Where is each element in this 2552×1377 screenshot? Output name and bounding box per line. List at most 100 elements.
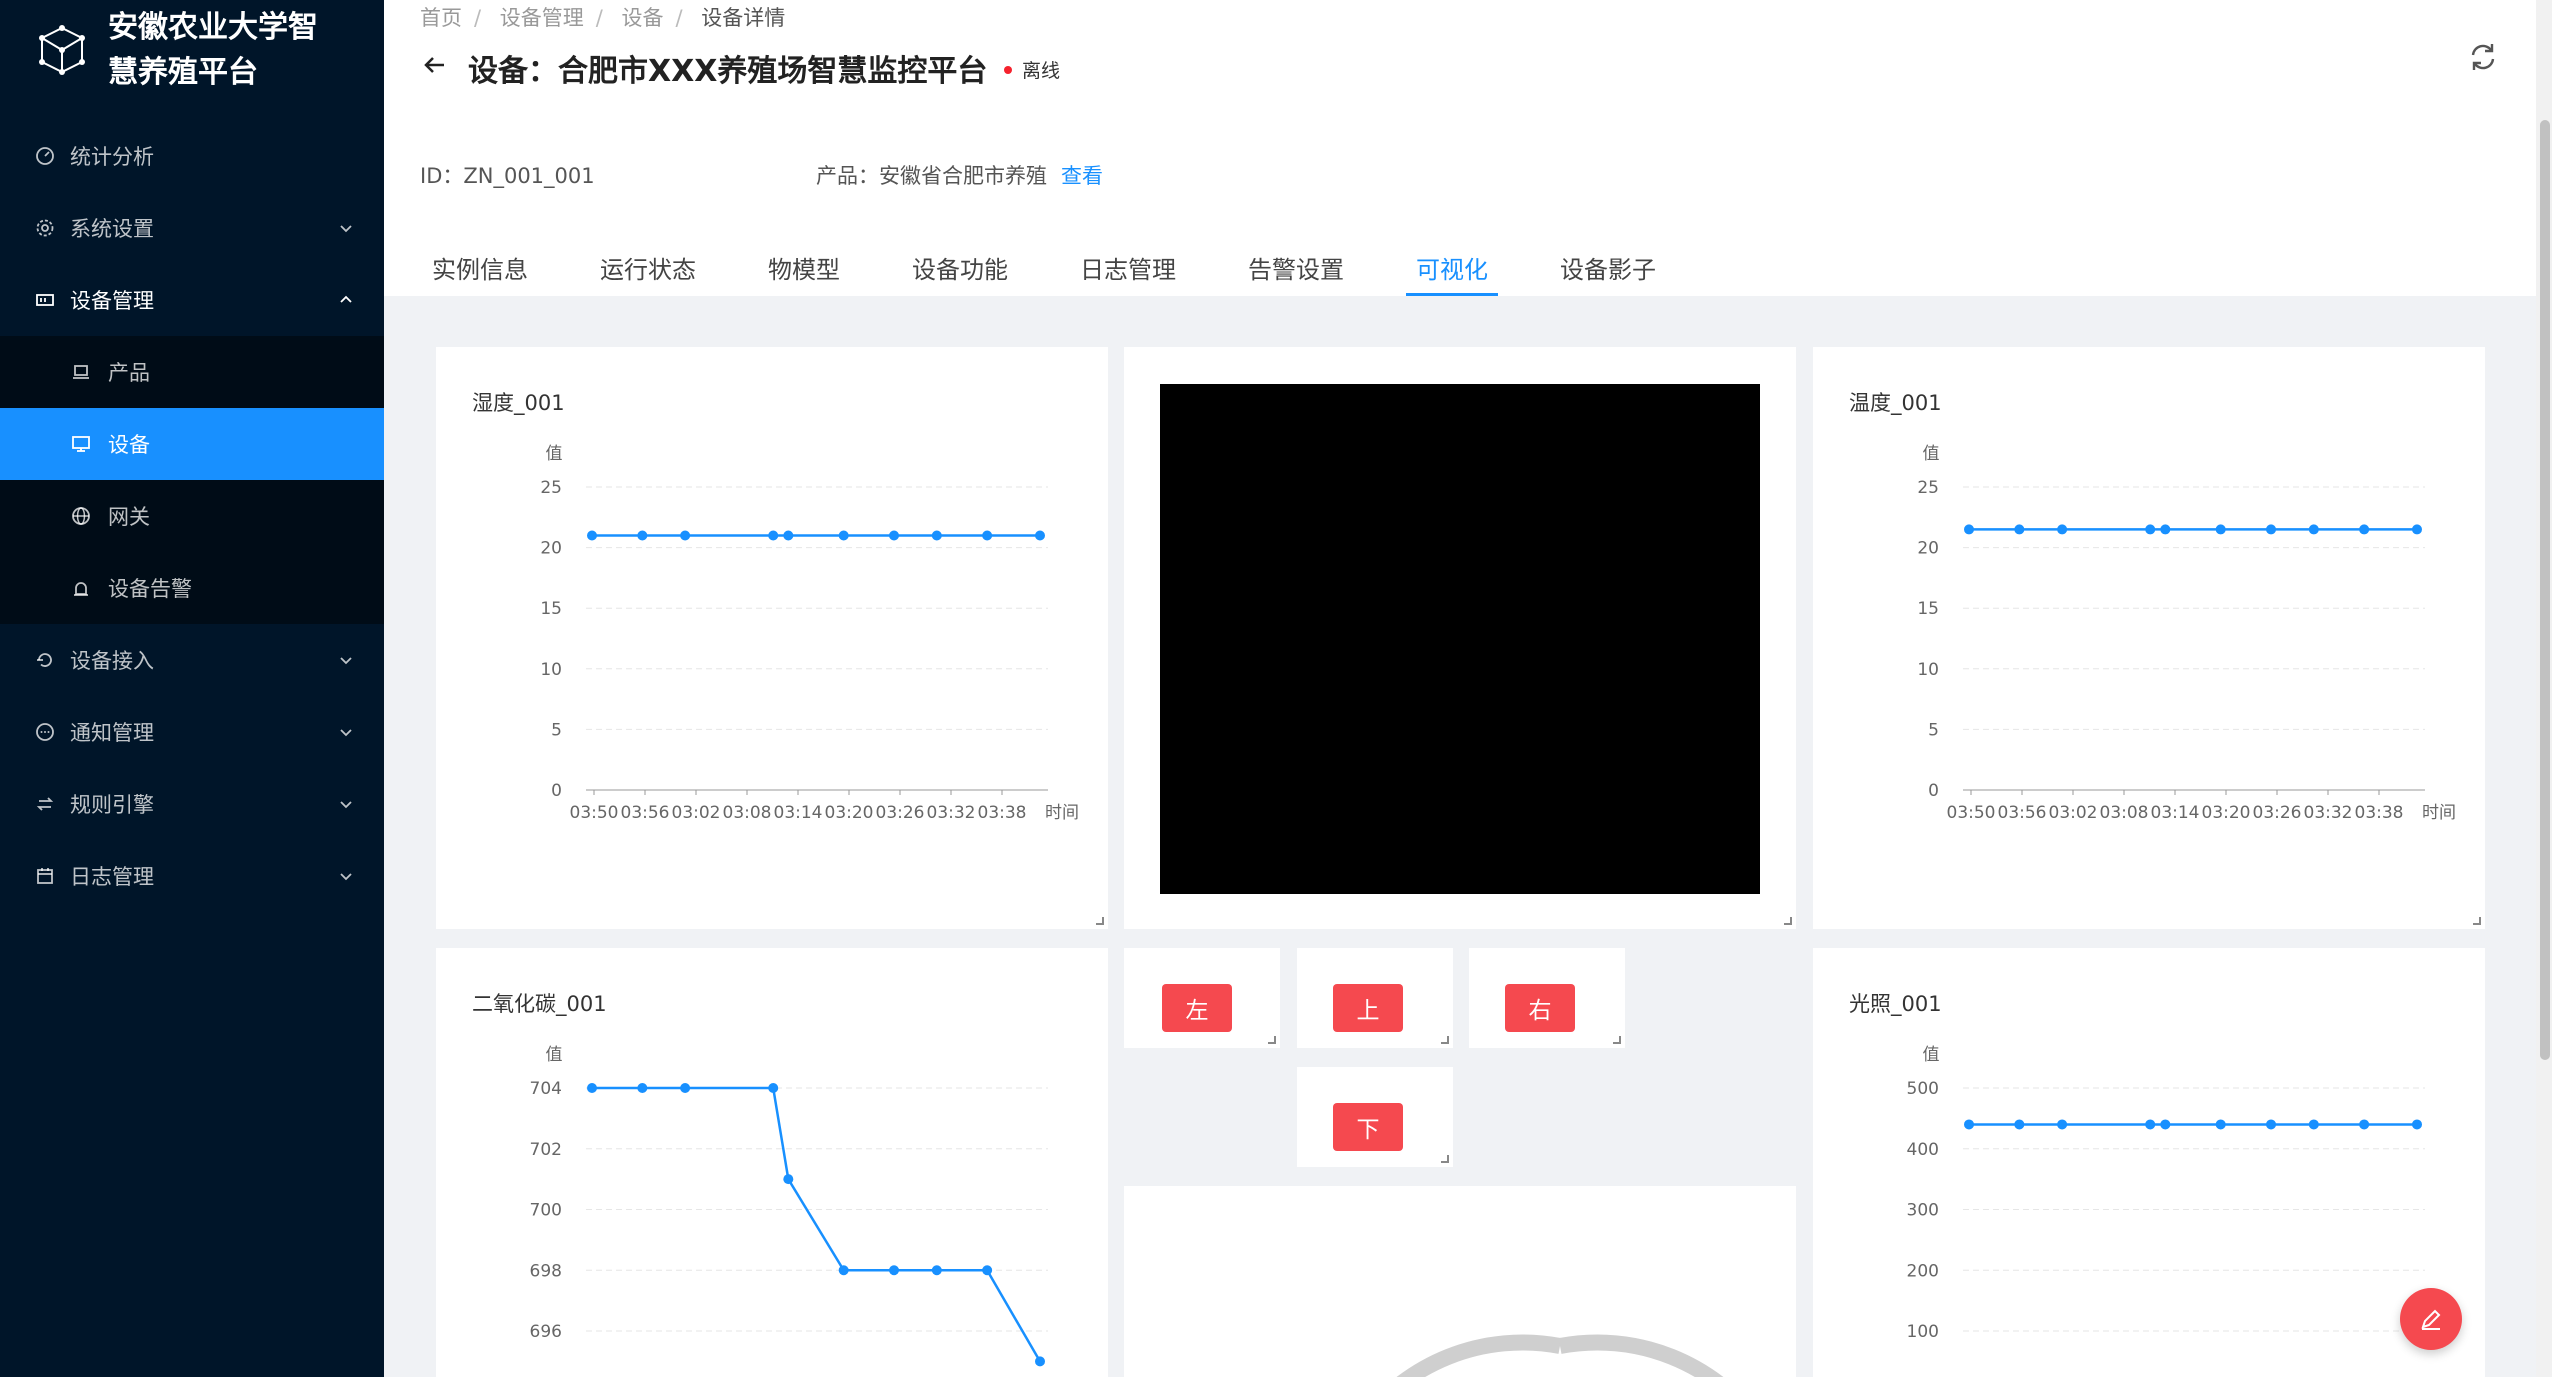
data-point [2057, 524, 2068, 535]
x-axis-label: 时间 [1045, 803, 1079, 823]
sidebar-item-product[interactable]: 产品 [0, 336, 384, 408]
sidebar-item-device-management[interactable]: 设备管理 [0, 264, 384, 336]
sidebar-item-label: 系统设置 [70, 217, 154, 241]
data-point [2266, 524, 2277, 535]
y-tick-label: 200 [1907, 1261, 1939, 1281]
status-text: 离线 [1022, 60, 1061, 82]
chevron-up-icon [340, 295, 352, 303]
video-stream[interactable] [1160, 384, 1760, 894]
data-point [783, 530, 794, 541]
alarm-icon [70, 577, 92, 599]
x-tick-label: 03:50 [570, 803, 619, 823]
desktop-icon [70, 433, 92, 455]
sidebar-item-device[interactable]: 设备 [0, 408, 384, 480]
tab-alarm-settings[interactable]: 告警设置 [1248, 250, 1344, 296]
y-tick-label: 10 [540, 660, 562, 680]
chevron-down-icon [340, 729, 352, 737]
detail-tabs: 实例信息 运行状态 物模型 设备功能 日志管理 告警设置 可视化 设备影子 [432, 250, 1728, 296]
breadcrumb-home[interactable]: 首页 [420, 6, 462, 30]
sidebar-item-label: 设备管理 [70, 289, 154, 313]
breadcrumb-device-management[interactable]: 设备管理 [500, 6, 584, 30]
resize-handle[interactable] [1441, 1155, 1449, 1163]
x-tick-label: 03:38 [978, 803, 1027, 823]
x-tick-label: 03:02 [672, 803, 721, 823]
message-icon [34, 721, 56, 743]
sidebar-item-notification[interactable]: 通知管理 [0, 696, 384, 768]
resize-handle[interactable] [1096, 917, 1104, 925]
breadcrumb-device-detail: 设备详情 [701, 6, 786, 30]
tab-device-function[interactable]: 设备功能 [912, 250, 1008, 296]
resize-handle[interactable] [1268, 1036, 1276, 1044]
data-point [2014, 524, 2025, 535]
page-scrollbar[interactable] [2540, 120, 2550, 1060]
product-label: 产品：安徽省合肥市养殖 [816, 164, 1047, 188]
sidebar-item-device-alarm[interactable]: 设备告警 [0, 552, 384, 624]
breadcrumb-device[interactable]: 设备 [622, 6, 664, 30]
data-point [931, 1265, 942, 1276]
data-point [768, 530, 779, 541]
x-axis-label: 时间 [2422, 803, 2456, 823]
pan-down-button[interactable]: 下 [1333, 1103, 1403, 1151]
data-point [2160, 524, 2171, 535]
y-axis-label: 值 [546, 444, 563, 464]
data-point [2308, 1119, 2319, 1130]
y-tick-label: 20 [1917, 539, 1939, 559]
laptop-icon [70, 361, 92, 383]
tab-instance-info[interactable]: 实例信息 [432, 250, 528, 296]
resize-handle[interactable] [1613, 1036, 1621, 1044]
data-point [1035, 530, 1045, 541]
refresh-icon[interactable] [2466, 40, 2500, 74]
y-tick-label: 5 [1928, 720, 1939, 740]
control-down-panel: 下 [1297, 1067, 1453, 1167]
y-tick-label: 25 [1917, 478, 1939, 498]
page-header: 首页 / 设备管理 / 设备 / 设备详情 设备：合肥市XXX养殖场智慧监控平台 离线… [384, 0, 2536, 296]
resize-handle[interactable] [2473, 917, 2481, 925]
data-point [931, 530, 942, 541]
resize-handle[interactable] [1441, 1036, 1449, 1044]
access-icon [34, 649, 56, 671]
control-right-panel: 右 [1469, 948, 1625, 1048]
pan-up-button[interactable]: 上 [1333, 984, 1403, 1032]
sidebar-item-log-management[interactable]: 日志管理 [0, 840, 384, 912]
tab-visualization[interactable]: 可视化 [1406, 250, 1498, 296]
tab-thing-model[interactable]: 物模型 [768, 250, 840, 296]
breadcrumb: 首页 / 设备管理 / 设备 / 设备详情 [420, 6, 786, 30]
sidebar-item-gateway[interactable]: 网关 [0, 480, 384, 552]
y-tick-label: 400 [1907, 1140, 1939, 1160]
sidebar-item-system-settings[interactable]: 系统设置 [0, 192, 384, 264]
gauge-panel [1124, 1186, 1796, 1377]
tab-running-status[interactable]: 运行状态 [600, 250, 696, 296]
x-tick-label: 03:56 [621, 803, 670, 823]
data-point [768, 1083, 779, 1093]
sidebar-item-statistics[interactable]: 统计分析 [0, 120, 384, 192]
sidebar-item-label: 网关 [108, 505, 150, 529]
logo-cube-icon [39, 25, 85, 75]
data-point [2014, 1119, 2025, 1130]
x-tick-label: 03:26 [2253, 803, 2302, 823]
edit-fab-button[interactable] [2400, 1288, 2462, 1350]
edit-icon [2421, 1309, 2441, 1330]
sidebar-item-label: 产品 [108, 361, 150, 385]
view-product-link[interactable]: 查看 [1061, 164, 1103, 188]
x-tick-label: 03:26 [876, 803, 925, 823]
tab-device-shadow[interactable]: 设备影子 [1560, 250, 1656, 296]
back-arrow-icon[interactable] [420, 50, 450, 80]
status-dot-icon [1004, 65, 1012, 74]
data-point [838, 1265, 849, 1276]
sidebar-item-device-access[interactable]: 设备接入 [0, 624, 384, 696]
data-point [783, 1174, 794, 1185]
data-point [2145, 524, 2156, 535]
app-title: 安徽农业大学智慧养殖平台 [108, 10, 318, 90]
co2-chart-panel: 二氧化碳_001 值 696 698 700 702 704 [436, 948, 1108, 1377]
y-tick-label: 0 [551, 781, 562, 801]
y-tick-label: 0 [1928, 781, 1939, 801]
resize-handle[interactable] [1784, 917, 1792, 925]
sidebar-item-label: 统计分析 [70, 145, 154, 169]
y-tick-label: 698 [530, 1261, 562, 1281]
y-tick-label: 25 [540, 478, 562, 498]
sidebar-item-rule-engine[interactable]: 规则引擎 [0, 768, 384, 840]
tab-log-management[interactable]: 日志管理 [1080, 250, 1176, 296]
pan-left-button[interactable]: 左 [1162, 984, 1232, 1032]
data-point [2266, 1119, 2277, 1130]
pan-right-button[interactable]: 右 [1505, 984, 1575, 1032]
